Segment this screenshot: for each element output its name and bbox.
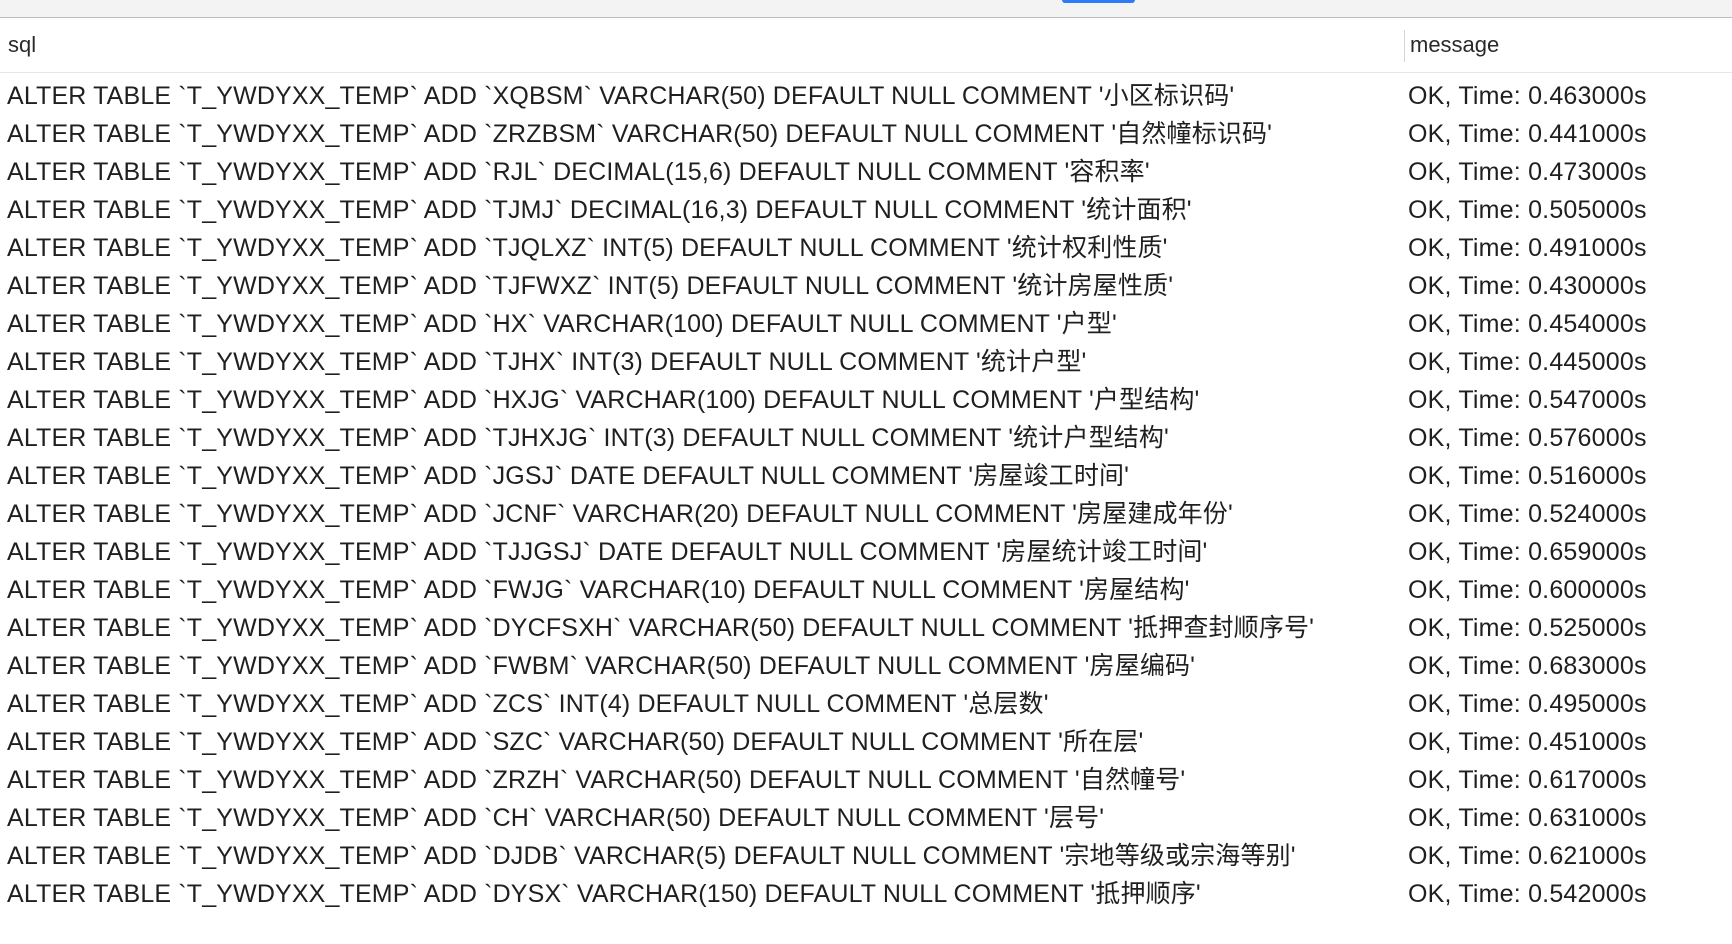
cell-message[interactable]: OK, Time: 0.547000s	[1408, 381, 1728, 419]
cell-sql[interactable]: ALTER TABLE `T_YWDYXX_TEMP` ADD `XQBSM` …	[7, 77, 1397, 115]
cell-sql[interactable]: ALTER TABLE `T_YWDYXX_TEMP` ADD `JGSJ` D…	[7, 457, 1397, 495]
table-row[interactable]: ALTER TABLE `T_YWDYXX_TEMP` ADD `ZRZH` V…	[0, 761, 1732, 799]
table-row[interactable]: ALTER TABLE `T_YWDYXX_TEMP` ADD `TJJGSJ`…	[0, 533, 1732, 571]
cell-message[interactable]: OK, Time: 0.445000s	[1408, 343, 1728, 381]
cell-message[interactable]: OK, Time: 0.683000s	[1408, 647, 1728, 685]
cell-sql[interactable]: ALTER TABLE `T_YWDYXX_TEMP` ADD `FWJG` V…	[7, 571, 1397, 609]
column-header-message[interactable]: message	[1410, 18, 1499, 72]
cell-message[interactable]: OK, Time: 0.505000s	[1408, 191, 1728, 229]
cell-message[interactable]: OK, Time: 0.441000s	[1408, 115, 1728, 153]
table-row[interactable]: ALTER TABLE `T_YWDYXX_TEMP` ADD `HX` VAR…	[0, 305, 1732, 343]
cell-sql[interactable]: ALTER TABLE `T_YWDYXX_TEMP` ADD `FWBM` V…	[7, 647, 1397, 685]
table-row[interactable]: ALTER TABLE `T_YWDYXX_TEMP` ADD `FWJG` V…	[0, 571, 1732, 609]
active-tab-indicator[interactable]	[1062, 0, 1135, 3]
cell-sql[interactable]: ALTER TABLE `T_YWDYXX_TEMP` ADD `ZRZBSM`…	[7, 115, 1397, 153]
table-row[interactable]: ALTER TABLE `T_YWDYXX_TEMP` ADD `JGSJ` D…	[0, 457, 1732, 495]
cell-sql[interactable]: ALTER TABLE `T_YWDYXX_TEMP` ADD `TJMJ` D…	[7, 191, 1397, 229]
cell-sql[interactable]: ALTER TABLE `T_YWDYXX_TEMP` ADD `HX` VAR…	[7, 305, 1397, 343]
cell-message[interactable]: OK, Time: 0.451000s	[1408, 723, 1728, 761]
top-toolbar-strip	[0, 0, 1732, 18]
cell-message[interactable]: OK, Time: 0.463000s	[1408, 77, 1728, 115]
cell-sql[interactable]: ALTER TABLE `T_YWDYXX_TEMP` ADD `DJDB` V…	[7, 837, 1397, 875]
table-row[interactable]: ALTER TABLE `T_YWDYXX_TEMP` ADD `FWBM` V…	[0, 647, 1732, 685]
cell-message[interactable]: OK, Time: 0.454000s	[1408, 305, 1728, 343]
cell-message[interactable]: OK, Time: 0.542000s	[1408, 875, 1728, 913]
cell-sql[interactable]: ALTER TABLE `T_YWDYXX_TEMP` ADD `TJHX` I…	[7, 343, 1397, 381]
table-row[interactable]: ALTER TABLE `T_YWDYXX_TEMP` ADD `JCNF` V…	[0, 495, 1732, 533]
cell-sql[interactable]: ALTER TABLE `T_YWDYXX_TEMP` ADD `JCNF` V…	[7, 495, 1397, 533]
cell-sql[interactable]: ALTER TABLE `T_YWDYXX_TEMP` ADD `ZCS` IN…	[7, 685, 1397, 723]
table-row[interactable]: ALTER TABLE `T_YWDYXX_TEMP` ADD `TJQLXZ`…	[0, 229, 1732, 267]
cell-message[interactable]: OK, Time: 0.430000s	[1408, 267, 1728, 305]
cell-sql[interactable]: ALTER TABLE `T_YWDYXX_TEMP` ADD `TJFWXZ`…	[7, 267, 1397, 305]
cell-message[interactable]: OK, Time: 0.600000s	[1408, 571, 1728, 609]
cell-sql[interactable]: ALTER TABLE `T_YWDYXX_TEMP` ADD `ZRZH` V…	[7, 761, 1397, 799]
cell-message[interactable]: OK, Time: 0.659000s	[1408, 533, 1728, 571]
table-row[interactable]: ALTER TABLE `T_YWDYXX_TEMP` ADD `TJHXJG`…	[0, 419, 1732, 457]
cell-sql[interactable]: ALTER TABLE `T_YWDYXX_TEMP` ADD `DYSX` V…	[7, 875, 1397, 913]
table-row[interactable]: ALTER TABLE `T_YWDYXX_TEMP` ADD `SZC` VA…	[0, 723, 1732, 761]
table-row[interactable]: ALTER TABLE `T_YWDYXX_TEMP` ADD `DJDB` V…	[0, 837, 1732, 875]
column-header-sql[interactable]: sql	[8, 18, 36, 72]
cell-message[interactable]: OK, Time: 0.621000s	[1408, 837, 1728, 875]
table-row[interactable]: ALTER TABLE `T_YWDYXX_TEMP` ADD `ZCS` IN…	[0, 685, 1732, 723]
column-resize-handle[interactable]	[1404, 30, 1405, 62]
cell-sql[interactable]: ALTER TABLE `T_YWDYXX_TEMP` ADD `TJHXJG`…	[7, 419, 1397, 457]
table-row[interactable]: ALTER TABLE `T_YWDYXX_TEMP` ADD `CH` VAR…	[0, 799, 1732, 837]
cell-message[interactable]: OK, Time: 0.473000s	[1408, 153, 1728, 191]
cell-sql[interactable]: ALTER TABLE `T_YWDYXX_TEMP` ADD `TJJGSJ`…	[7, 533, 1397, 571]
table-row[interactable]: ALTER TABLE `T_YWDYXX_TEMP` ADD `RJL` DE…	[0, 153, 1732, 191]
table-row[interactable]: ALTER TABLE `T_YWDYXX_TEMP` ADD `XQBSM` …	[0, 77, 1732, 115]
cell-sql[interactable]: ALTER TABLE `T_YWDYXX_TEMP` ADD `RJL` DE…	[7, 153, 1397, 191]
cell-sql[interactable]: ALTER TABLE `T_YWDYXX_TEMP` ADD `HXJG` V…	[7, 381, 1397, 419]
cell-sql[interactable]: ALTER TABLE `T_YWDYXX_TEMP` ADD `DYCFSXH…	[7, 609, 1397, 647]
table-row[interactable]: ALTER TABLE `T_YWDYXX_TEMP` ADD `HXJG` V…	[0, 381, 1732, 419]
grid-body: ALTER TABLE `T_YWDYXX_TEMP` ADD `XQBSM` …	[0, 77, 1732, 913]
cell-message[interactable]: OK, Time: 0.491000s	[1408, 229, 1728, 267]
table-row[interactable]: ALTER TABLE `T_YWDYXX_TEMP` ADD `TJHX` I…	[0, 343, 1732, 381]
table-row[interactable]: ALTER TABLE `T_YWDYXX_TEMP` ADD `TJFWXZ`…	[0, 267, 1732, 305]
cell-message[interactable]: OK, Time: 0.516000s	[1408, 457, 1728, 495]
cell-message[interactable]: OK, Time: 0.576000s	[1408, 419, 1728, 457]
cell-sql[interactable]: ALTER TABLE `T_YWDYXX_TEMP` ADD `TJQLXZ`…	[7, 229, 1397, 267]
results-grid: sql message ALTER TABLE `T_YWDYXX_TEMP` …	[0, 18, 1732, 944]
table-row[interactable]: ALTER TABLE `T_YWDYXX_TEMP` ADD `TJMJ` D…	[0, 191, 1732, 229]
table-row[interactable]: ALTER TABLE `T_YWDYXX_TEMP` ADD `ZRZBSM`…	[0, 115, 1732, 153]
cell-message[interactable]: OK, Time: 0.495000s	[1408, 685, 1728, 723]
cell-message[interactable]: OK, Time: 0.525000s	[1408, 609, 1728, 647]
cell-message[interactable]: OK, Time: 0.524000s	[1408, 495, 1728, 533]
table-row[interactable]: ALTER TABLE `T_YWDYXX_TEMP` ADD `DYSX` V…	[0, 875, 1732, 913]
cell-sql[interactable]: ALTER TABLE `T_YWDYXX_TEMP` ADD `CH` VAR…	[7, 799, 1397, 837]
table-row[interactable]: ALTER TABLE `T_YWDYXX_TEMP` ADD `DYCFSXH…	[0, 609, 1732, 647]
grid-header: sql message	[0, 18, 1732, 73]
cell-sql[interactable]: ALTER TABLE `T_YWDYXX_TEMP` ADD `SZC` VA…	[7, 723, 1397, 761]
cell-message[interactable]: OK, Time: 0.631000s	[1408, 799, 1728, 837]
cell-message[interactable]: OK, Time: 0.617000s	[1408, 761, 1728, 799]
